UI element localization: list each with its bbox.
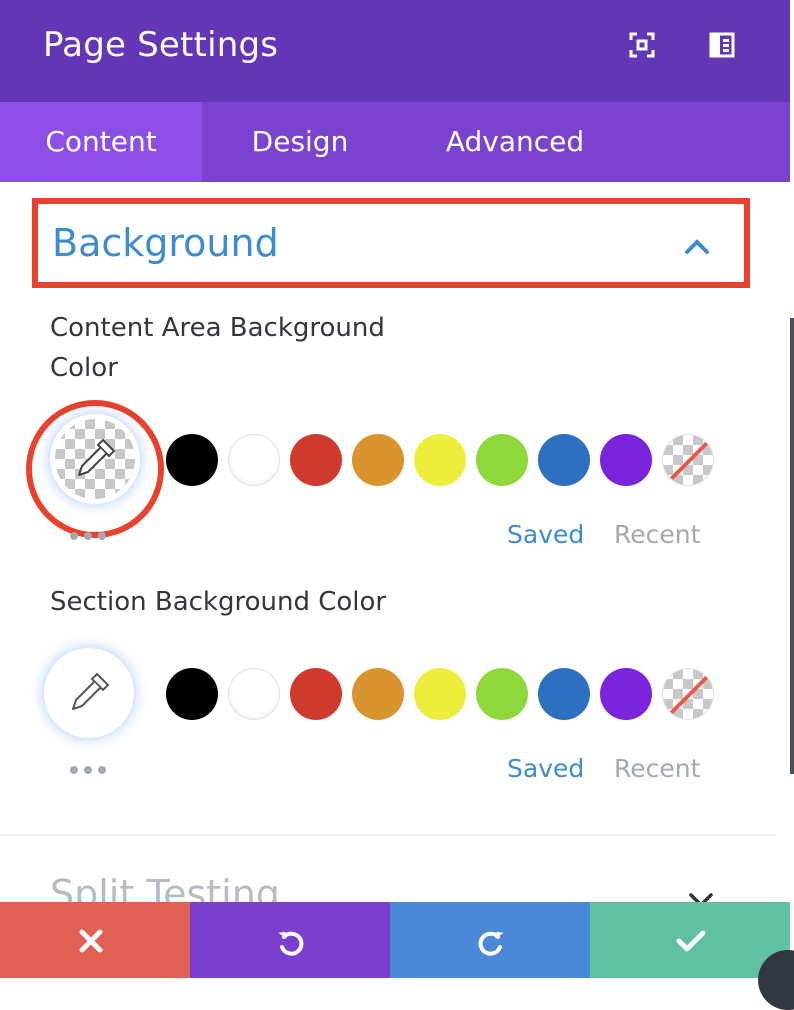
background-toggle-header[interactable]: Background — [32, 198, 750, 288]
sidebar-icon[interactable] — [709, 32, 735, 58]
section-bg-label: Section Background Color — [50, 587, 387, 617]
background-toggle-title: Background — [52, 221, 279, 265]
modal-footer — [0, 902, 790, 978]
undo-button[interactable] — [190, 902, 390, 978]
slash-mark — [664, 670, 713, 719]
eyedropper-icon — [78, 438, 116, 476]
chevron-down-icon[interactable] — [688, 892, 714, 902]
expand-icon[interactable] — [629, 32, 655, 58]
check-icon — [676, 930, 706, 952]
saved-colors-tab[interactable]: Saved — [507, 754, 584, 783]
color-swatch[interactable] — [476, 668, 528, 720]
modal-tabs: Content Design Advanced — [0, 102, 790, 182]
discard-button[interactable] — [0, 902, 190, 978]
more-options-icon[interactable] — [70, 532, 110, 542]
modal-title: Page Settings — [43, 25, 279, 65]
color-swatch[interactable] — [538, 668, 590, 720]
more-options-icon[interactable] — [70, 766, 110, 776]
color-swatch[interactable] — [228, 434, 280, 486]
color-swatch[interactable] — [290, 434, 342, 486]
section-color-picker-button[interactable] — [44, 648, 134, 738]
color-swatch[interactable] — [476, 434, 528, 486]
saved-colors-tab[interactable]: Saved — [507, 520, 584, 549]
tab-design[interactable]: Design — [202, 102, 398, 182]
content-area-color-picker-button[interactable] — [50, 414, 140, 504]
no-color-swatch[interactable] — [662, 668, 714, 720]
no-color-swatch[interactable] — [662, 434, 714, 486]
settings-content: Background Content Area Background Color… — [0, 182, 776, 902]
color-swatch[interactable] — [352, 434, 404, 486]
content-area-bg-label: Content Area Background Color — [50, 313, 385, 383]
color-swatch[interactable] — [538, 434, 590, 486]
color-swatch[interactable] — [228, 668, 280, 720]
modal-header[interactable]: Page Settings — [0, 0, 790, 102]
color-swatch[interactable] — [166, 434, 218, 486]
eyedropper-icon — [72, 672, 110, 710]
tab-advanced[interactable]: Advanced — [398, 102, 632, 182]
page-settings-modal: Page Settings Content Design Advanced Ba… — [0, 0, 790, 978]
recent-colors-tab[interactable]: Recent — [614, 754, 700, 783]
builder-gutter — [776, 0, 794, 978]
redo-icon — [478, 931, 504, 956]
color-swatch[interactable] — [600, 434, 652, 486]
recent-colors-tab[interactable]: Recent — [614, 520, 700, 549]
split-testing-toggle[interactable]: Split Testing — [50, 872, 280, 902]
undo-icon — [278, 931, 304, 956]
color-swatch[interactable] — [414, 434, 466, 486]
color-swatch[interactable] — [352, 668, 404, 720]
redo-button[interactable] — [390, 902, 590, 978]
divider — [0, 834, 776, 836]
color-swatch[interactable] — [414, 668, 466, 720]
slash-mark — [664, 436, 713, 485]
color-swatch[interactable] — [166, 668, 218, 720]
tab-content[interactable]: Content — [0, 102, 202, 182]
close-icon — [79, 929, 103, 953]
chevron-up-icon — [685, 239, 709, 254]
color-swatch[interactable] — [600, 668, 652, 720]
color-swatch[interactable] — [290, 668, 342, 720]
